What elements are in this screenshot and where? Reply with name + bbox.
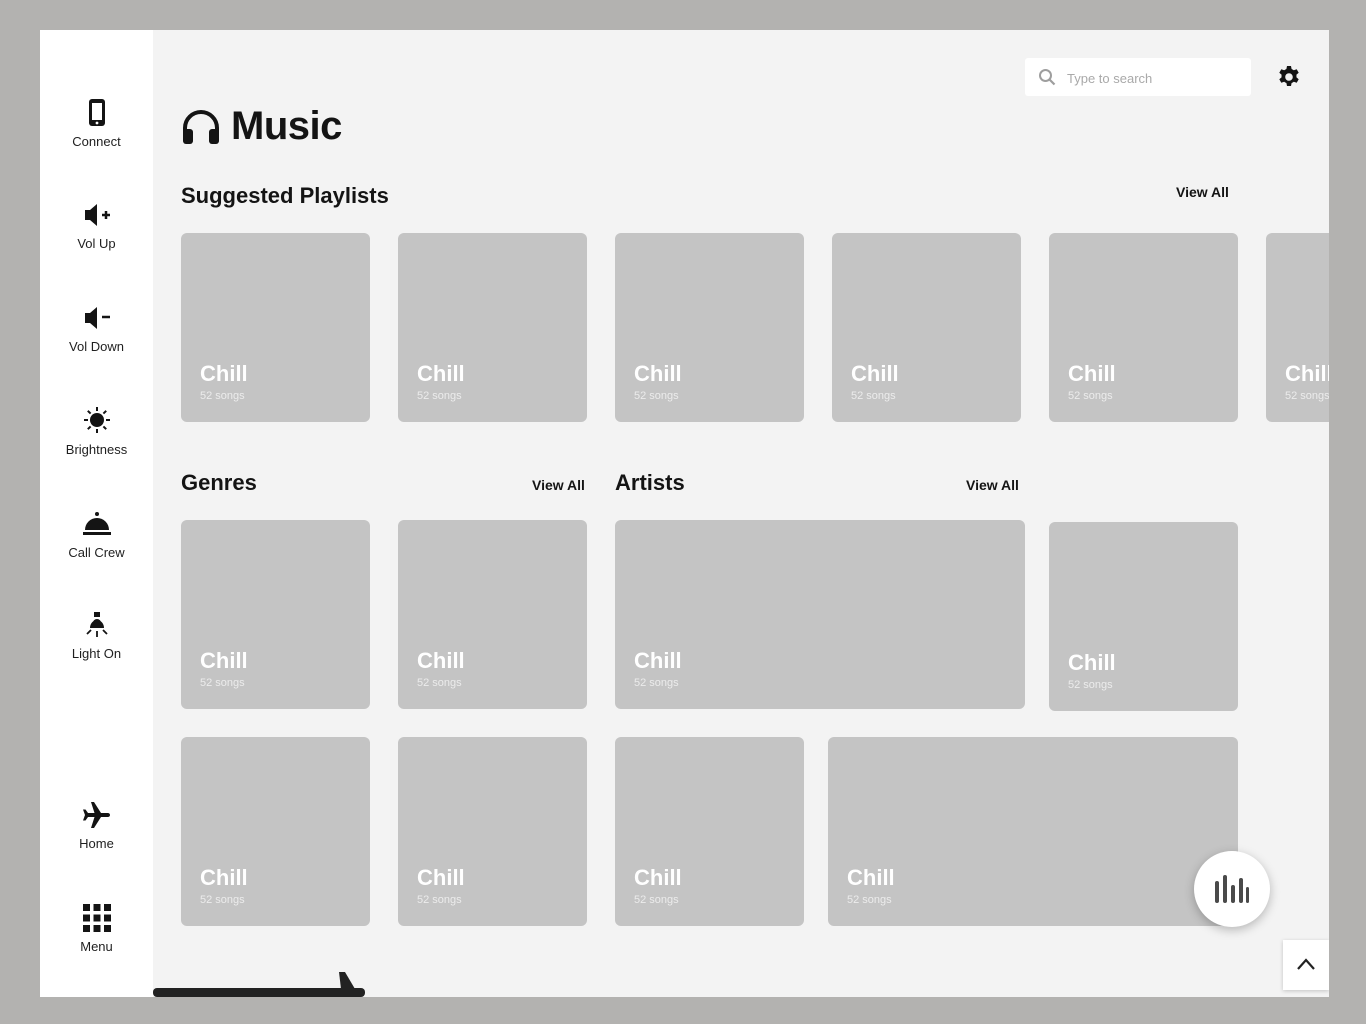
search-box[interactable] bbox=[1025, 58, 1251, 96]
reading-light-icon bbox=[40, 610, 153, 642]
playlist-card[interactable]: Chill 52 songs bbox=[1266, 233, 1329, 422]
search-input[interactable] bbox=[1065, 67, 1245, 89]
card-title: Chill bbox=[634, 361, 682, 386]
sidebar-item-label: Vol Down bbox=[69, 339, 124, 354]
card-subtitle: 52 songs bbox=[1285, 390, 1329, 402]
view-all-genres-link[interactable]: View All bbox=[532, 477, 585, 493]
sidebar-item-vol-up[interactable]: Vol Up bbox=[40, 200, 153, 251]
volume-down-icon bbox=[40, 303, 153, 335]
card-subtitle: 52 songs bbox=[851, 390, 896, 402]
card-title: Chill bbox=[634, 648, 682, 673]
card-subtitle: 52 songs bbox=[417, 894, 462, 906]
card-title: Chill bbox=[1285, 361, 1329, 386]
card-title: Chill bbox=[417, 865, 465, 890]
headphones-icon bbox=[181, 108, 221, 151]
sidebar-item-label: Home bbox=[79, 836, 114, 851]
artist-card[interactable]: Chill 52 songs bbox=[828, 737, 1238, 926]
airplane-icon bbox=[40, 800, 153, 832]
card-title: Chill bbox=[634, 865, 682, 890]
artist-card[interactable]: Chill 52 songs bbox=[615, 737, 804, 926]
sidebar-item-label: Call Crew bbox=[68, 545, 125, 560]
airplane-icon bbox=[339, 972, 355, 989]
gear-icon bbox=[1277, 66, 1301, 93]
card-subtitle: 52 songs bbox=[634, 390, 679, 402]
sidebar-item-label: Menu bbox=[80, 939, 113, 954]
flight-progress-bar bbox=[153, 970, 373, 997]
service-bell-icon bbox=[40, 509, 153, 541]
genre-card[interactable]: Chill 52 songs bbox=[181, 737, 370, 926]
artist-card[interactable]: Chill 52 songs bbox=[1049, 522, 1238, 711]
settings-button[interactable] bbox=[1277, 65, 1301, 94]
page-title-text: Music bbox=[231, 104, 342, 148]
card-subtitle: 52 songs bbox=[847, 894, 892, 906]
section-title-suggested: Suggested Playlists bbox=[181, 183, 389, 208]
card-subtitle: 52 songs bbox=[1068, 679, 1113, 691]
card-subtitle: 52 songs bbox=[1068, 390, 1113, 402]
sidebar-item-label: Connect bbox=[72, 134, 121, 149]
card-subtitle: 52 songs bbox=[417, 390, 462, 402]
card-subtitle: 52 songs bbox=[634, 677, 679, 689]
card-title: Chill bbox=[851, 361, 899, 386]
card-title: Chill bbox=[1068, 650, 1116, 675]
card-title: Chill bbox=[1068, 361, 1116, 386]
card-title: Chill bbox=[417, 361, 465, 386]
card-subtitle: 52 songs bbox=[417, 677, 462, 689]
sidebar-item-light-on[interactable]: Light On bbox=[40, 610, 153, 661]
scroll-top-button[interactable] bbox=[1283, 940, 1329, 990]
card-title: Chill bbox=[200, 865, 248, 890]
search-icon bbox=[1038, 68, 1056, 91]
playlist-card[interactable]: Chill 52 songs bbox=[615, 233, 804, 422]
card-title: Chill bbox=[417, 648, 465, 673]
card-title: Chill bbox=[200, 648, 248, 673]
card-title: Chill bbox=[847, 865, 895, 890]
playlist-card[interactable]: Chill 52 songs bbox=[398, 233, 587, 422]
genre-card[interactable]: Chill 52 songs bbox=[398, 520, 587, 709]
artist-card[interactable]: Chill 52 songs bbox=[615, 520, 1025, 709]
app-frame: Connect Vol Up Vol Down Brightness Call … bbox=[40, 30, 1329, 997]
sidebar-item-vol-down[interactable]: Vol Down bbox=[40, 303, 153, 354]
card-subtitle: 52 songs bbox=[200, 894, 245, 906]
card-title: Chill bbox=[200, 361, 248, 386]
sidebar: Connect Vol Up Vol Down Brightness Call … bbox=[40, 30, 153, 997]
view-all-suggested-link[interactable]: View All bbox=[1176, 184, 1229, 200]
grid-icon bbox=[40, 903, 153, 935]
sidebar-item-home[interactable]: Home bbox=[40, 800, 153, 851]
phone-icon bbox=[40, 98, 153, 130]
sidebar-item-label: Vol Up bbox=[77, 236, 116, 251]
sidebar-item-label: Brightness bbox=[65, 442, 128, 457]
sidebar-item-call-crew[interactable]: Call Crew bbox=[40, 509, 153, 560]
section-title-artists: Artists bbox=[615, 470, 685, 495]
sidebar-item-label: Light On bbox=[71, 646, 122, 661]
playlist-card[interactable]: Chill 52 songs bbox=[181, 233, 370, 422]
card-subtitle: 52 songs bbox=[200, 390, 245, 402]
volume-up-icon bbox=[40, 200, 153, 232]
sidebar-item-connect[interactable]: Connect bbox=[40, 98, 153, 149]
main-content: Music Suggested Playlists View All Chill… bbox=[153, 30, 1329, 997]
playlist-card[interactable]: Chill 52 songs bbox=[832, 233, 1021, 422]
card-subtitle: 52 songs bbox=[634, 894, 679, 906]
genre-card[interactable]: Chill 52 songs bbox=[181, 520, 370, 709]
genre-card[interactable]: Chill 52 songs bbox=[398, 737, 587, 926]
card-subtitle: 52 songs bbox=[200, 677, 245, 689]
equalizer-button[interactable] bbox=[1194, 851, 1270, 927]
playlist-card[interactable]: Chill 52 songs bbox=[1049, 233, 1238, 422]
sidebar-item-brightness[interactable]: Brightness bbox=[40, 406, 153, 457]
sidebar-item-menu[interactable]: Menu bbox=[40, 903, 153, 954]
section-title-genres: Genres bbox=[181, 470, 257, 495]
sun-icon bbox=[40, 406, 153, 438]
view-all-artists-link[interactable]: View All bbox=[966, 477, 1019, 493]
